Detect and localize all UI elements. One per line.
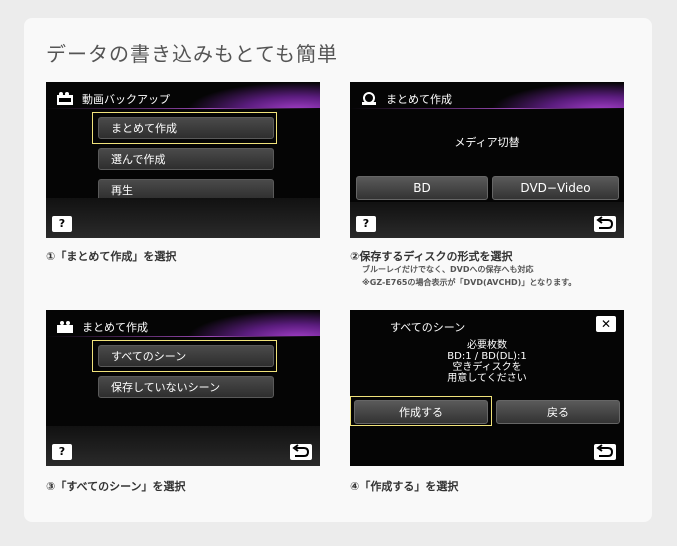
step-2-footnote: ※GZ-E765の場合表示が「DVD(AVCHD)」となります。	[362, 278, 577, 287]
required-count-label: 必要枚数	[467, 340, 507, 351]
help-button[interactable]: ?	[52, 444, 72, 460]
create-button[interactable]: 作成する	[354, 400, 488, 424]
return-button[interactable]: 戻る	[496, 400, 620, 424]
step-2-note: ブルーレイだけでなく、DVDへの保存へも対応	[362, 265, 534, 274]
help-button[interactable]: ?	[356, 216, 376, 232]
screen-scene-select: まとめて作成 すべてのシーン 保存していないシーン ?	[46, 310, 320, 466]
back-icon[interactable]	[594, 444, 616, 460]
media-switch-prompt: メディア切替	[454, 136, 520, 149]
menu-item-unsaved-scenes[interactable]: 保存していないシーン	[98, 376, 274, 398]
screen-media-select: まとめて作成 メディア切替 BD DVD−Video ?	[350, 82, 624, 238]
prepare-disc-line-2: 用意してください	[447, 373, 527, 384]
help-button[interactable]: ?	[52, 216, 72, 232]
page-title: データの書き込みもとても簡単	[46, 42, 338, 66]
screen-header-title: すべてのシーン	[390, 321, 466, 334]
screen-header-title: 動画バックアップ	[82, 93, 170, 106]
close-button[interactable]: ✕	[596, 316, 616, 332]
disc-drive-icon	[362, 92, 376, 105]
screen-backup-menu: 動画バックアップ まとめて作成 選んで作成 再生 ?	[46, 82, 320, 238]
step-4-caption: ④「作成する」を選択	[350, 480, 459, 493]
screen-confirm-create: すべてのシーン ✕ 必要枚数 BD:1 / BD(DL):1 空きディスクを 用…	[350, 310, 624, 466]
dvd-video-button[interactable]: DVD−Video	[492, 176, 619, 200]
menu-item-select-create[interactable]: 選んで作成	[98, 148, 274, 170]
step-3-caption: ③「すべてのシーン」を選択	[46, 480, 186, 493]
video-camera-icon	[57, 92, 73, 105]
prepare-disc-line-1: 空きディスクを	[452, 362, 522, 373]
menu-item-batch-create[interactable]: まとめて作成	[98, 117, 274, 139]
bd-button[interactable]: BD	[356, 176, 488, 200]
back-icon[interactable]	[290, 444, 312, 460]
required-count-value: BD:1 / BD(DL):1	[447, 351, 527, 362]
menu-item-all-scenes[interactable]: すべてのシーン	[98, 345, 274, 367]
video-camera-icon	[57, 321, 73, 333]
screen-header-title: まとめて作成	[386, 93, 452, 106]
step-2-caption: ②保存するディスクの形式を選択	[350, 250, 513, 263]
screen-header-title: まとめて作成	[82, 321, 148, 334]
step-1-caption: ①「まとめて作成」を選択	[46, 250, 177, 263]
back-icon[interactable]	[594, 216, 616, 232]
